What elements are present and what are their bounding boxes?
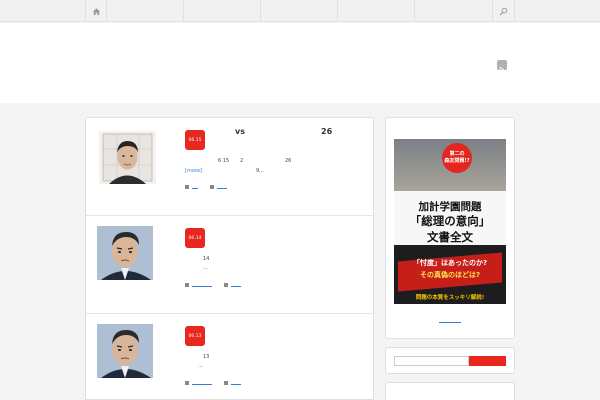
- post-excerpt-fragment: 26: [285, 158, 292, 164]
- post-list: 06.15 vs 26 6 15 2 26 [more] 9... 06.14 …: [85, 117, 374, 400]
- more-link[interactable]: [more]: [185, 168, 202, 174]
- post-thumbnail[interactable]: [97, 324, 153, 378]
- list-item: 06.14 14 ...: [86, 216, 373, 314]
- search-button[interactable]: [469, 356, 506, 366]
- nav-divider: [260, 0, 261, 22]
- nav-divider: [183, 0, 184, 22]
- site-header: [0, 23, 600, 103]
- list-item: 06.13 13 ...: [86, 314, 373, 399]
- post-meta: [185, 185, 227, 189]
- search-input[interactable]: [394, 356, 469, 366]
- nav-divider: [337, 0, 338, 22]
- post-excerpt-fragment: ...: [203, 265, 208, 271]
- comment-link[interactable]: [231, 283, 241, 287]
- search-icon: [499, 7, 508, 15]
- category-link[interactable]: [192, 185, 198, 189]
- post-date-badge: 06.15: [185, 130, 205, 150]
- post-date-badge: 06.14: [185, 228, 205, 248]
- sidebar-widget: [385, 382, 515, 400]
- search-toggle-button[interactable]: [492, 0, 515, 22]
- comment-link[interactable]: [231, 381, 241, 385]
- book-tagline: 問題の本質をスッキリ解説!: [415, 295, 485, 301]
- book-title-line: 文書全文: [427, 230, 473, 244]
- book-title-line: 加計学園問題: [418, 201, 482, 213]
- category-icon: [185, 381, 189, 385]
- category-link[interactable]: [192, 381, 212, 385]
- post-meta: [185, 283, 241, 287]
- comment-icon: [224, 381, 228, 385]
- book-band-text: 「忖度」はあったのか?: [412, 259, 488, 267]
- rss-glyph: [499, 67, 505, 74]
- home-button[interactable]: [85, 0, 107, 22]
- post-excerpt-fragment: ...: [198, 363, 203, 369]
- rss-icon[interactable]: [497, 60, 507, 74]
- nav-divider: [414, 0, 415, 22]
- book-link[interactable]: [439, 322, 461, 323]
- book-band-text: その真偽のほどは?: [419, 271, 481, 279]
- book-cover-banner[interactable]: 第二の 森友問題!? 加計学園問題 「総理の意向」 文書全文 「忖度」はあったの…: [394, 139, 506, 304]
- list-item: 06.15 vs 26 6 15 2 26 [more] 9...: [86, 118, 373, 216]
- post-excerpt-fragment: 2: [240, 158, 244, 164]
- category-link[interactable]: [192, 283, 212, 287]
- sidebar-book-widget: 第二の 森友問題!? 加計学園問題 「総理の意向」 文書全文 「忖度」はあったの…: [385, 117, 515, 339]
- man-portrait-illustration: [99, 131, 156, 184]
- politician-portrait-illustration: [97, 226, 153, 280]
- book-badge: 第二の 森友問題!?: [442, 143, 472, 173]
- post-date-badge: 06.13: [185, 326, 205, 346]
- post-meta: [185, 381, 241, 385]
- post-excerpt-fragment: 14: [203, 256, 210, 262]
- book-badge-text: 第二の 森友問題!?: [444, 151, 470, 164]
- post-title-part[interactable]: vs: [235, 127, 245, 136]
- comment-link[interactable]: [217, 185, 227, 189]
- comment-icon: [224, 283, 228, 287]
- post-excerpt-fragment: 6 15: [218, 158, 230, 164]
- category-icon: [185, 185, 189, 189]
- politician-portrait-illustration: [97, 324, 153, 378]
- post-title-part[interactable]: 26: [321, 127, 332, 136]
- home-icon: [92, 7, 100, 15]
- comment-icon: [210, 185, 214, 189]
- post-excerpt-fragment: 9...: [256, 168, 264, 174]
- book-title-line: 「総理の意向」: [409, 214, 491, 228]
- top-navigation: [0, 0, 600, 22]
- post-thumbnail[interactable]: [97, 226, 153, 280]
- sidebar-search-widget: [385, 347, 515, 374]
- category-icon: [185, 283, 189, 287]
- post-excerpt-fragment: 13: [203, 354, 210, 360]
- post-thumbnail[interactable]: [99, 131, 156, 184]
